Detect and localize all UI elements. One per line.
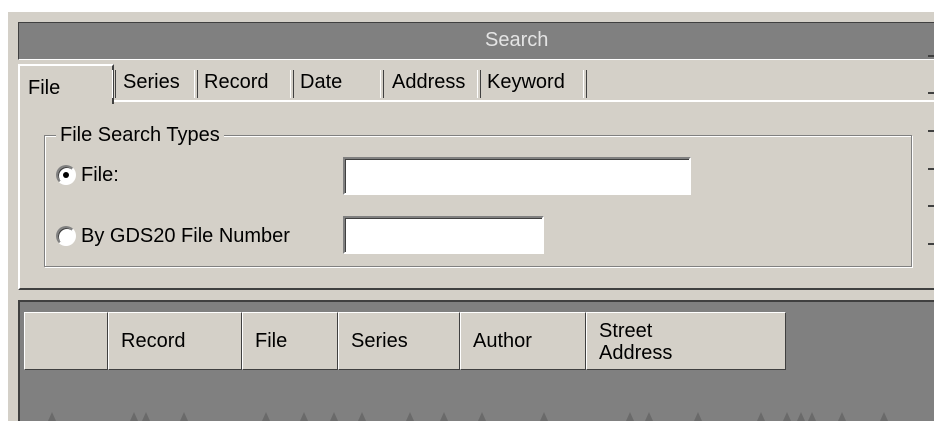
column-street-address[interactable]: Street Address xyxy=(586,312,786,370)
grid-edge-tick xyxy=(478,412,486,421)
tab-series-label: Series xyxy=(123,71,180,93)
grid-edge-tick xyxy=(880,412,888,421)
column-street-label-line1: Street xyxy=(599,320,653,342)
grid-edge-tick xyxy=(440,412,448,421)
column-file[interactable]: File xyxy=(242,312,338,370)
column-record-label: Record xyxy=(121,330,186,352)
gds20-file-number-radio[interactable] xyxy=(56,226,76,246)
edge-marker xyxy=(928,55,934,57)
column-file-label: File xyxy=(255,330,288,352)
column-author-label: Author xyxy=(473,330,532,352)
grid-edge-tick xyxy=(300,412,308,421)
column-series[interactable]: Series xyxy=(338,312,460,370)
grid-edge-tick xyxy=(808,412,816,421)
grid-edge-tick xyxy=(406,412,414,421)
grid-edge-tick xyxy=(180,412,188,421)
column-record[interactable]: Record xyxy=(108,312,242,370)
grid-edge-tick xyxy=(48,412,56,421)
grid-edge-tick xyxy=(783,412,791,421)
file-radio[interactable] xyxy=(56,165,76,185)
grid-edge-tick xyxy=(130,412,138,421)
grid-edge-tick xyxy=(330,412,338,421)
file-input[interactable] xyxy=(343,157,691,195)
grid-edge-tick xyxy=(757,412,765,421)
gds20-file-number-label: By GDS20 File Number xyxy=(81,225,290,247)
tab-divider xyxy=(290,70,294,98)
tab-date-label: Date xyxy=(300,71,343,93)
tab-divider xyxy=(477,70,481,98)
grid-edge-tick xyxy=(645,412,653,421)
tab-keyword-label: Keyword xyxy=(487,71,565,93)
grid-header: Record File Series Author Street Address xyxy=(24,312,786,370)
title-bar xyxy=(18,22,934,60)
tab-address-label: Address xyxy=(392,71,466,93)
gds20-file-number-input[interactable] xyxy=(343,216,544,254)
tab-strip: Series Record Date Address Keyword xyxy=(18,58,934,100)
tab-series[interactable]: Series xyxy=(123,68,180,99)
grid-edge-tick xyxy=(797,412,805,421)
group-label: File Search Types xyxy=(56,123,224,147)
tab-divider xyxy=(112,70,116,98)
tab-divider xyxy=(194,70,198,98)
grid-edge-tick xyxy=(694,412,702,421)
tab-record-label: Record xyxy=(204,71,269,93)
tab-divider xyxy=(583,70,587,98)
grid-edge-tick xyxy=(626,412,634,421)
tab-record[interactable]: Record xyxy=(204,68,268,99)
tab-address[interactable]: Address xyxy=(392,68,465,99)
grid-edge-tick xyxy=(358,412,366,421)
tab-date[interactable]: Date xyxy=(300,68,342,99)
window-title: Search xyxy=(485,29,549,51)
file-radio-label: File: xyxy=(81,164,119,186)
column-series-label: Series xyxy=(351,330,408,352)
grid-edge-tick xyxy=(540,412,548,421)
grid-edge-tick xyxy=(142,412,150,421)
tab-divider xyxy=(380,70,384,98)
grid-edge-tick xyxy=(262,412,270,421)
row-selector-header[interactable] xyxy=(24,312,108,370)
column-street-label-line2: Address xyxy=(599,342,673,364)
column-author[interactable]: Author xyxy=(460,312,586,370)
search-window: Search File Series Record Date Address K… xyxy=(0,0,934,421)
grid-edge-tick xyxy=(838,412,846,421)
tab-keyword[interactable]: Keyword xyxy=(487,68,565,99)
